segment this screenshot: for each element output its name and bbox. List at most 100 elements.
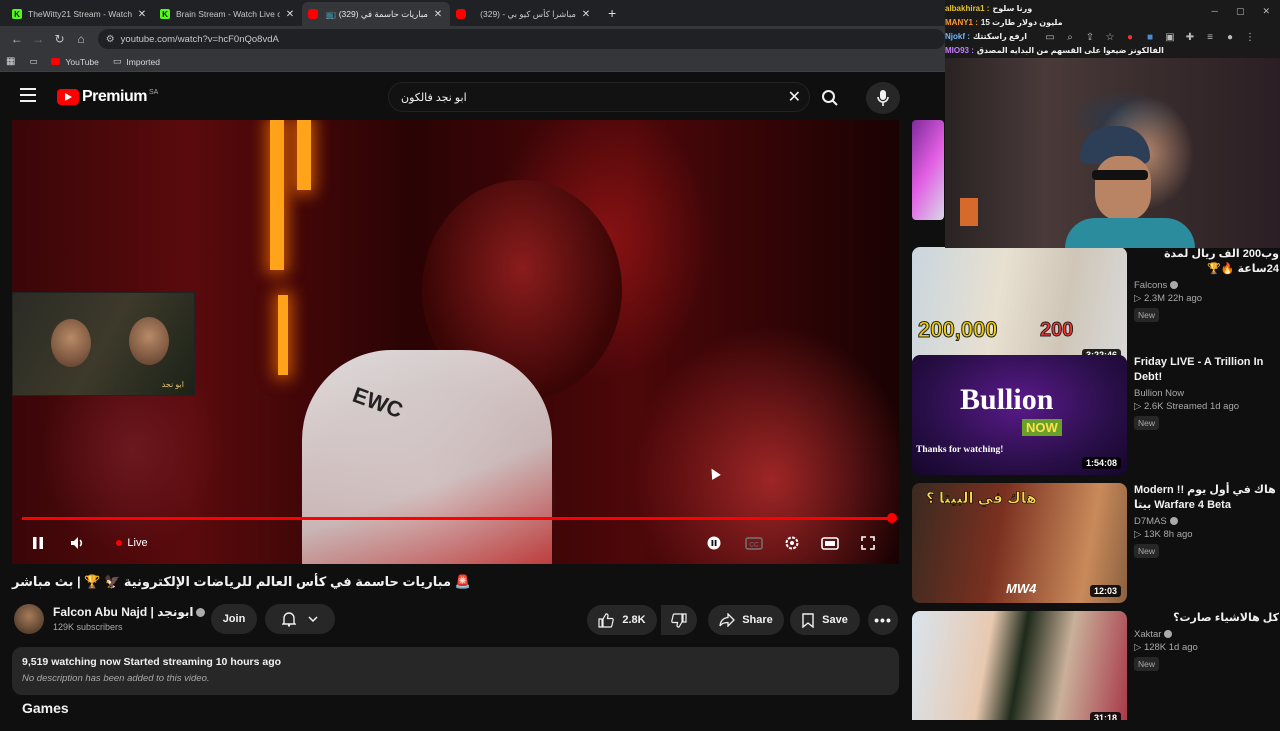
menu-icon[interactable] xyxy=(20,88,36,102)
more-actions-button[interactable]: ••• xyxy=(868,605,898,635)
new-badge: New xyxy=(1134,416,1160,430)
share-page-icon[interactable]: ⇪ xyxy=(1080,32,1100,43)
search-input[interactable]: ابو نجد فالكون ✕ xyxy=(388,82,810,112)
channel-name[interactable]: Falcon Abu Najd | ابونجد xyxy=(53,605,206,619)
address-bar[interactable]: ⚙ youtube.com/watch?v=hcF0nQo8vdA xyxy=(97,29,945,49)
chat-message: MANY1 :15 مليون دولار طارت xyxy=(945,18,1063,27)
progress-bar[interactable] xyxy=(22,513,897,523)
clear-search-icon[interactable]: ✕ xyxy=(788,87,801,107)
video-title[interactable]: Friday LIVE - A Trillion In Debt! xyxy=(1134,355,1279,385)
video-thumbnail[interactable]: 200,000 200 3:22:46 xyxy=(912,247,1127,367)
bookmark-imported[interactable]: ▭ Imported xyxy=(113,56,160,67)
folder-icon[interactable]: ▭ xyxy=(29,56,37,67)
browser-tab[interactable]: K Brain Stream - Watch Live on K ✕ xyxy=(154,2,302,26)
video-thumbnail[interactable]: 31:18 xyxy=(912,611,1127,720)
share-icon xyxy=(719,613,736,627)
save-button[interactable]: Save xyxy=(790,605,860,635)
video-title[interactable]: وب200 الف ريال لمدة 24ساعة 🔥🏆 xyxy=(1134,247,1279,277)
chat-username: albakhira1 : xyxy=(945,4,990,13)
apps-icon[interactable]: ▦ xyxy=(6,56,15,67)
like-button[interactable]: 2.8K xyxy=(587,605,657,635)
recommendation-card[interactable]: هاك في البيتا ؟ MW4 12:03 Modern !! هاك … xyxy=(912,483,1280,603)
pause-button[interactable] xyxy=(26,526,50,560)
close-tab-icon[interactable]: ✕ xyxy=(136,9,148,20)
recommendation-card[interactable]: Bullion NOW Thanks for watching! 1:54:08… xyxy=(912,355,1280,475)
video-player[interactable]: EWC ابو نجد Live CC xyxy=(12,120,899,564)
video-stats: ▷ 128K 1d ago xyxy=(1134,642,1198,653)
reload-icon[interactable]: ↻ xyxy=(49,28,70,50)
browser-tab[interactable]: مباشرا كأس كيو بي - (329) ✕ xyxy=(450,2,598,26)
kick-icon: K xyxy=(12,9,22,19)
svg-text:CC: CC xyxy=(749,541,759,548)
video-thumbnail[interactable]: هاك في البيتا ؟ MW4 12:03 xyxy=(912,483,1127,603)
bookmark-youtube[interactable]: YouTube xyxy=(51,57,99,67)
scrubber-handle[interactable] xyxy=(887,513,897,523)
channel-label: D7MAS xyxy=(1134,516,1167,527)
close-tab-icon[interactable]: ✕ xyxy=(432,9,444,20)
star-icon[interactable]: ☆ xyxy=(1100,32,1120,43)
cast-icon[interactable]: ▭ xyxy=(1040,32,1060,43)
youtube-premium-logo[interactable]: Premium SA xyxy=(57,88,158,106)
subtitles-button[interactable]: CC xyxy=(742,526,766,560)
video-title[interactable]: كل هالاشياء صارت؟ xyxy=(1134,611,1279,626)
thumbs-up-icon xyxy=(598,612,615,628)
autoplay-toggle[interactable] xyxy=(702,526,726,560)
channel-name[interactable]: D7MAS xyxy=(1134,516,1279,527)
video-duration: 12:03 xyxy=(1089,585,1121,597)
channel-name[interactable]: Xaktar xyxy=(1134,629,1279,640)
forward-icon[interactable]: → xyxy=(27,28,48,50)
tab-title: مباشرا كأس كيو بي - (329) xyxy=(480,8,576,19)
extensions-bar: ▭ ⌕ ⇪ ☆ ● ■ ▣ ✚ ≡ ● ⋮ xyxy=(1040,32,1260,43)
fullscreen-button[interactable] xyxy=(856,526,880,560)
video-title[interactable]: Modern !! هاك في أول يوم بيتا Warfare 4 … xyxy=(1134,483,1279,513)
live-indicator[interactable]: Live xyxy=(112,526,152,560)
maximize-icon[interactable]: ▢ xyxy=(1236,6,1245,17)
close-tab-icon[interactable]: ✕ xyxy=(284,9,296,20)
dislike-button[interactable] xyxy=(661,605,697,635)
puzzle-icon[interactable]: ✚ xyxy=(1180,32,1200,43)
recommendation-card[interactable]: 31:18 كل هالاشياء صارت؟ Xaktar ▷ 128K 1d… xyxy=(912,611,1280,731)
browser-tab[interactable]: K TheWitty21 Stream - Watch Live ✕ xyxy=(6,2,154,26)
channel-name[interactable]: Falcons xyxy=(1134,280,1279,291)
recommendation-card[interactable]: 200,000 200 3:22:46 وب200 الف ريال لمدة … xyxy=(912,247,1280,367)
new-tab-icon[interactable]: + xyxy=(598,2,626,26)
extension-icon[interactable]: ▣ xyxy=(1160,32,1180,43)
browser-tab-active[interactable]: مباريات حاسمة في (329) 📺 ✕ xyxy=(302,2,450,26)
minimize-icon[interactable]: ─ xyxy=(1212,6,1218,17)
voice-search-button[interactable] xyxy=(866,82,900,114)
volume-button[interactable] xyxy=(66,526,90,560)
channel-name[interactable]: Bullion Now xyxy=(1134,388,1279,399)
notifications-button[interactable] xyxy=(265,604,335,634)
chat-message: albakhira1 : ورنا سلوح xyxy=(945,4,1032,13)
back-icon[interactable]: ← xyxy=(6,28,27,50)
folder-icon: ▭ xyxy=(112,56,122,66)
channel-watermark: ابو نجد xyxy=(161,380,184,389)
description-box[interactable]: 9,519 watching now Started streaming 10 … xyxy=(12,647,899,695)
new-badge: New xyxy=(1134,308,1160,322)
close-tab-icon[interactable]: ✕ xyxy=(580,9,592,20)
verified-icon xyxy=(1169,517,1178,526)
thumbnail-text: NOW xyxy=(1022,419,1062,436)
search-button[interactable] xyxy=(813,84,847,112)
theater-mode-button[interactable] xyxy=(818,526,842,560)
site-info-icon[interactable]: ⚙ xyxy=(106,34,115,45)
record-icon[interactable]: ● xyxy=(1120,32,1140,43)
share-button[interactable]: Share xyxy=(708,605,784,635)
home-icon[interactable]: ⌂ xyxy=(70,28,91,50)
neon-light xyxy=(270,120,284,270)
chat-message: Njokf : ارفع راسكتتك xyxy=(945,32,1027,41)
zoom-icon[interactable]: ⌕ xyxy=(1060,32,1080,43)
profile-icon[interactable]: ● xyxy=(1220,32,1240,43)
join-button[interactable]: Join xyxy=(211,604,257,634)
partial-thumbnail[interactable] xyxy=(912,120,944,220)
subscriber-count: 129K subscribers xyxy=(53,622,123,632)
person-face xyxy=(129,317,169,365)
video-thumbnail[interactable]: Bullion NOW Thanks for watching! 1:54:08 xyxy=(912,355,1127,475)
channel-avatar[interactable] xyxy=(14,604,44,634)
extension-icon[interactable]: ■ xyxy=(1140,32,1160,43)
playlist-icon[interactable]: ≡ xyxy=(1200,32,1220,43)
settings-button[interactable] xyxy=(780,526,804,560)
kebab-menu-icon[interactable]: ⋮ xyxy=(1240,32,1260,43)
live-dot-icon xyxy=(116,540,123,546)
close-window-icon[interactable]: ✕ xyxy=(1262,6,1270,17)
